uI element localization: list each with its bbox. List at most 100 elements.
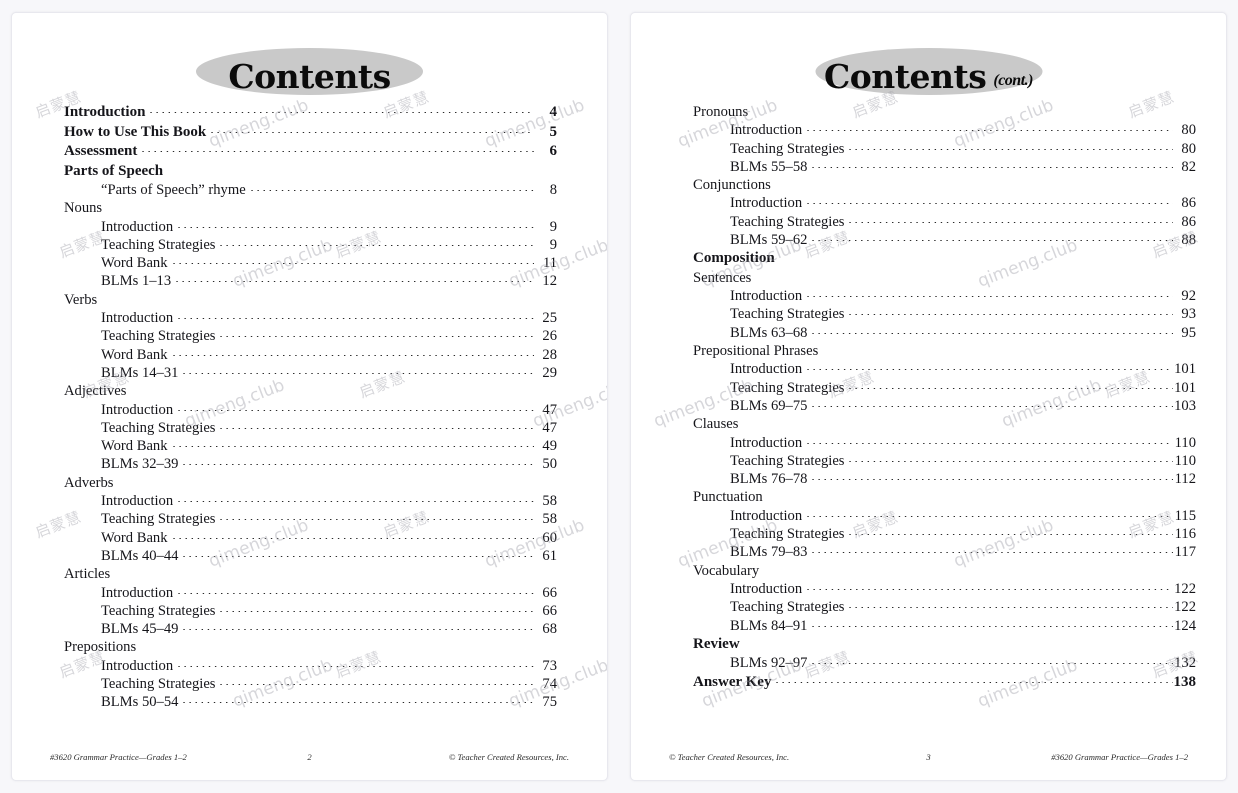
toc-entry[interactable]: Introduction 58 (64, 494, 557, 512)
toc-entry[interactable]: BLMs 84–91 124 (693, 617, 1196, 637)
toc-entry[interactable]: Word Bank 11 (64, 256, 557, 274)
toc-entry-page-number: 74 (542, 676, 557, 693)
toc-entry[interactable]: Teaching Strategies 9 (64, 238, 557, 256)
toc-entry[interactable]: BLMs 50–54 75 (64, 695, 557, 713)
footer-book-title: #3620 Grammar Practice—Grades 1–2 (1051, 752, 1188, 762)
toc-entry[interactable]: Assessment 6 (64, 144, 557, 164)
toc-entry[interactable]: BLMs 92–97 132 (693, 656, 1196, 674)
toc-entry[interactable]: BLMs 14–31 29 (64, 366, 557, 384)
toc-entry[interactable]: Vocabulary (693, 564, 1196, 582)
toc-entry[interactable]: Nouns (64, 201, 557, 219)
toc-entry-page-number: 12 (542, 273, 557, 290)
toc-dot-leader (751, 112, 1173, 113)
toc-entry[interactable]: Teaching Strategies 26 (64, 329, 557, 347)
toc-entry[interactable]: Parts of Speech (64, 163, 557, 184)
toc-entry[interactable]: How to Use This Book 5 (64, 123, 557, 145)
toc-entry[interactable]: BLMs 63–68 95 (693, 326, 1196, 344)
toc-entry[interactable]: Teaching Strategies 80 (693, 141, 1196, 160)
toc-entry-page-number: 93 (1181, 306, 1196, 323)
toc-dot-leader (139, 647, 534, 648)
toc-entry[interactable]: BLMs 76–78 112 (693, 472, 1196, 490)
toc-dot-leader (847, 387, 1173, 389)
toc-entry[interactable]: Punctuation (693, 490, 1196, 508)
toc-dot-leader (810, 479, 1173, 481)
toc-entry[interactable]: Introduction 101 (693, 362, 1196, 380)
toc-dot-leader (805, 296, 1173, 298)
toc-entry-page-number: 9 (549, 218, 557, 235)
toc-entry[interactable]: Answer Key 138 (693, 673, 1197, 695)
toc-entry[interactable]: Introduction 86 (693, 196, 1196, 214)
toc-entry-label: How to Use This Book (64, 123, 207, 140)
toc-entry[interactable]: Introduction 122 (693, 582, 1196, 600)
title-word: Contents (228, 56, 391, 96)
toc-entry[interactable]: Teaching Strategies 101 (693, 381, 1196, 399)
toc-entry[interactable]: Introduction 66 (64, 585, 557, 604)
toc-entry[interactable]: Teaching Strategies 93 (693, 307, 1196, 325)
toc-entry[interactable]: Teaching Strategies 58 (64, 512, 557, 530)
toc-entry-page-number: 58 (542, 511, 557, 528)
toc-entry[interactable]: Composition (693, 251, 1196, 271)
toc-entry[interactable]: Introduction 115 (693, 509, 1196, 527)
toc-entry[interactable]: Review (693, 636, 1196, 657)
toc-entry-label: BLMs 63–68 (730, 324, 808, 341)
toc-entry[interactable]: Teaching Strategies 74 (64, 677, 557, 695)
toc-entry[interactable]: BLMs 79–83 117 (693, 545, 1196, 563)
toc-entry-page-number: 29 (542, 364, 557, 381)
toc-entry[interactable]: Teaching Strategies 66 (64, 604, 557, 622)
toc-entry-label: Adverbs (64, 474, 114, 491)
footer-page-number: 3 (926, 752, 931, 762)
toc-dot-leader (176, 409, 534, 411)
toc-entry-label: BLMs 92–97 (730, 655, 808, 672)
toc-entry[interactable]: Conjunctions (693, 178, 1196, 196)
toc-entry[interactable]: Word Bank 60 (64, 531, 557, 549)
toc-entry-page-number: 92 (1181, 288, 1196, 305)
toc-entry[interactable]: Introduction 110 (693, 435, 1196, 454)
toc-entry[interactable]: BLMs 69–75 103 (693, 399, 1196, 417)
toc-entry-label: BLMs 59–62 (730, 232, 808, 249)
toc-dot-leader (810, 663, 1173, 665)
toc-entry[interactable]: Pronouns (693, 105, 1196, 123)
toc-entry[interactable]: Introduction 4 (64, 105, 557, 125)
toc-dot-leader (176, 665, 534, 667)
toc-entry[interactable]: Introduction 9 (64, 218, 557, 238)
toc-entry[interactable]: Teaching Strategies 110 (693, 454, 1196, 472)
toc-entry[interactable]: BLMs 40–44 61 (64, 549, 557, 567)
toc-entry[interactable]: BLMs 55–58 82 (693, 160, 1196, 178)
toc-dot-leader (218, 244, 534, 246)
toc-entry[interactable]: Teaching Strategies 122 (693, 600, 1196, 618)
toc-entry[interactable]: Introduction 25 (64, 311, 557, 329)
toc-entry[interactable]: BLMs 32–39 50 (64, 457, 557, 475)
toc-dot-leader (805, 203, 1173, 205)
toc-dot-leader (810, 625, 1173, 627)
toc-entry[interactable]: Articles (64, 567, 557, 585)
toc-entry[interactable]: BLMs 59–62 88 (693, 233, 1196, 251)
toc-entry-label: Adjectives (64, 383, 127, 400)
toc-entry-page-number: 80 (1181, 122, 1196, 139)
toc-entry[interactable]: Adjectives (64, 384, 557, 402)
toc-entry[interactable]: “Parts of Speech” rhyme 8 (64, 183, 557, 201)
toc-entry[interactable]: Word Bank 49 (64, 439, 557, 457)
toc-entry[interactable]: Introduction 47 (64, 402, 557, 421)
toc-entry-page-number: 9 (549, 236, 557, 253)
toc-dot-leader (847, 314, 1173, 316)
toc-entry-page-number: 138 (1173, 673, 1197, 690)
toc-entry[interactable]: Clauses (693, 417, 1196, 435)
toc-entry[interactable]: BLMs 1–13 12 (64, 274, 557, 292)
toc-entry-label: BLMs 84–91 (730, 617, 808, 634)
toc-entry[interactable]: Teaching Strategies 47 (64, 421, 557, 439)
toc-entry[interactable]: Prepositional Phrases (693, 344, 1196, 362)
toc-entry[interactable]: Word Bank 28 (64, 348, 557, 366)
toc-entry[interactable]: Teaching Strategies 116 (693, 527, 1196, 545)
toc-entry[interactable]: Prepositions (64, 640, 557, 658)
toc-dot-leader (140, 151, 534, 152)
toc-entry[interactable]: Introduction 73 (64, 659, 557, 677)
toc-entry[interactable]: Teaching Strategies 86 (693, 215, 1196, 233)
toc-entry[interactable]: BLMs 45–49 68 (64, 622, 557, 640)
toc-entry[interactable]: Verbs (64, 293, 557, 311)
toc-entry[interactable]: Adverbs (64, 476, 557, 494)
toc-entry[interactable]: Introduction 92 (693, 289, 1196, 307)
toc-dot-leader (805, 442, 1173, 444)
toc-entry[interactable]: Introduction 80 (693, 123, 1196, 141)
toc-entry[interactable]: Sentences (693, 271, 1196, 289)
toc-entry-label: Introduction (101, 657, 174, 674)
